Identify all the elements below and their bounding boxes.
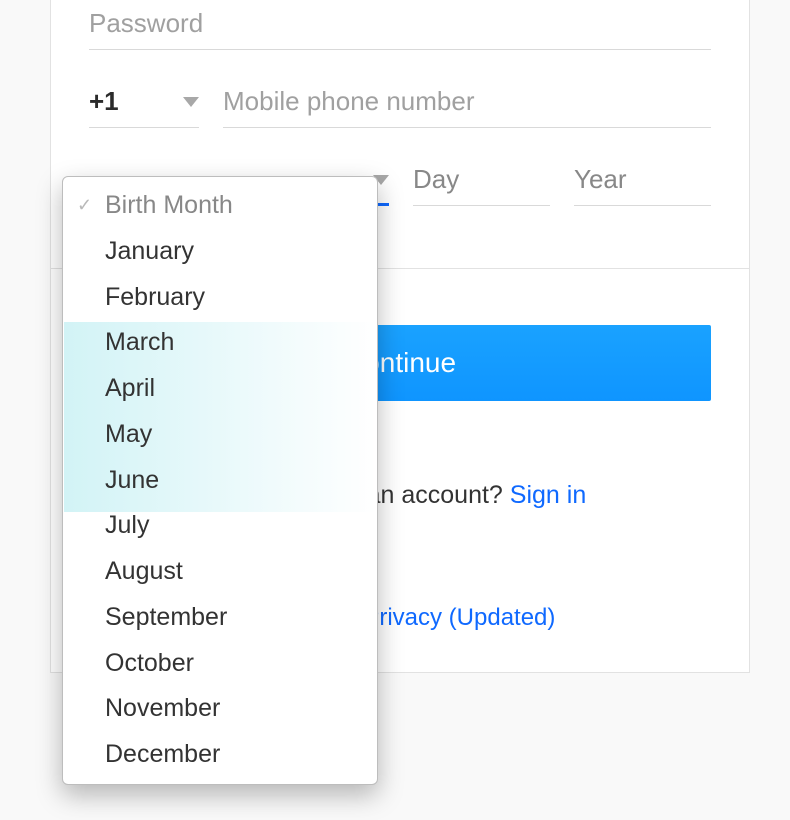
phone-row: +1 [89,80,711,128]
month-option-label: April [105,374,155,402]
day-placeholder: Day [413,164,459,194]
phone-input[interactable] [223,86,711,117]
privacy-link[interactable]: Privacy (Updated) [363,604,555,631]
birth-month-dropdown[interactable]: ✓ Birth Month January February March April May… [62,176,378,785]
month-option-label: February [105,283,205,311]
month-option-label: July [105,511,149,539]
month-option[interactable]: May [63,412,377,458]
birth-day-field[interactable]: Day [413,158,550,206]
month-option[interactable]: September [63,595,377,641]
month-option[interactable]: June [63,458,377,504]
phone-field[interactable] [223,80,711,128]
month-option-label: December [105,740,220,768]
month-option[interactable]: October [63,641,377,687]
month-option-label: August [105,557,183,585]
birth-year-field[interactable]: Year [574,158,711,206]
month-option[interactable]: December [63,732,377,778]
month-option-label: January [105,237,194,265]
month-option-label: October [105,649,194,677]
year-placeholder: Year [574,164,627,194]
month-option[interactable]: November [63,686,377,732]
month-option[interactable]: March [63,320,377,366]
chevron-down-icon [183,97,199,107]
month-option-label: March [105,328,174,356]
signin-link[interactable]: Sign in [510,481,586,509]
country-code-select[interactable]: +1 [89,80,199,128]
check-icon: ✓ [77,193,93,209]
month-option[interactable]: August [63,549,377,595]
month-option-label: Birth Month [105,191,233,219]
month-option-label: September [105,603,227,631]
password-field[interactable] [89,2,711,50]
month-option[interactable]: February [63,275,377,321]
month-option-label: November [105,694,220,722]
month-option[interactable]: January [63,229,377,275]
month-option[interactable]: ✓ Birth Month [63,183,377,229]
month-option-label: May [105,420,152,448]
password-input[interactable] [89,8,711,39]
month-option[interactable]: July [63,503,377,549]
country-code-value: +1 [89,86,119,117]
month-option-label: June [105,466,159,494]
month-option[interactable]: April [63,366,377,412]
